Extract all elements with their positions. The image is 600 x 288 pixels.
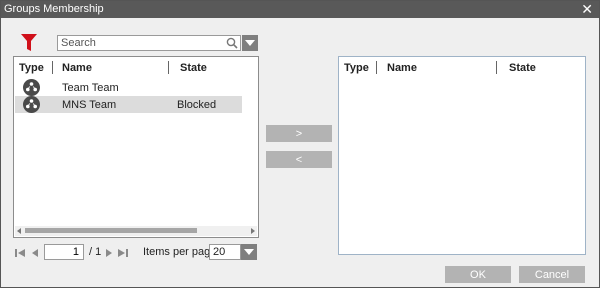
search-icon[interactable] (226, 37, 238, 49)
row-state: Blocked (177, 99, 217, 111)
column-header-name[interactable]: Name (62, 62, 92, 74)
team-icon (23, 96, 40, 113)
items-per-page-label: Items per page: (143, 246, 220, 258)
column-header-name[interactable]: Name (387, 62, 417, 74)
table-row[interactable]: MNS Team Blocked (15, 96, 242, 113)
close-icon[interactable]: ✕ (581, 1, 593, 17)
last-page-icon[interactable] (117, 247, 129, 259)
scrollbar-thumb[interactable] (25, 228, 197, 233)
remove-from-selected-button[interactable]: < (266, 151, 332, 168)
page-total: / 1 (89, 246, 102, 258)
column-header-state[interactable]: State (509, 62, 536, 74)
items-per-page-dropdown-button[interactable] (241, 244, 257, 260)
search-dropdown-button[interactable] (242, 35, 258, 51)
groups-membership-dialog: Groups Membership ✕ Type Name State Team… (0, 0, 600, 288)
next-page-icon[interactable] (103, 247, 115, 259)
team-icon (23, 79, 40, 96)
items-per-page-select[interactable]: 20 (209, 244, 241, 260)
available-groups-table: Type Name State Team Team MNS Team Block… (13, 56, 259, 238)
search-box (57, 35, 241, 51)
table-row[interactable]: Team Team (15, 79, 242, 96)
first-page-icon[interactable] (14, 247, 26, 259)
search-input[interactable] (60, 36, 225, 50)
previous-page-icon[interactable] (29, 247, 41, 259)
column-header-state[interactable]: State (180, 62, 207, 74)
column-divider[interactable] (52, 61, 53, 74)
ok-button[interactable]: OK (445, 266, 511, 283)
column-header-type[interactable]: Type (19, 62, 44, 74)
scroll-right-icon[interactable] (251, 228, 255, 234)
cancel-button[interactable]: Cancel (519, 266, 585, 283)
column-divider[interactable] (168, 61, 169, 74)
page-number-input[interactable] (44, 244, 84, 260)
horizontal-scrollbar[interactable] (15, 226, 257, 236)
dialog-title: Groups Membership (4, 3, 104, 15)
selected-groups-table: Type Name State (338, 56, 586, 255)
column-divider[interactable] (496, 61, 497, 74)
add-to-selected-button[interactable]: > (266, 125, 332, 142)
filter-icon[interactable] (21, 34, 37, 52)
scroll-left-icon[interactable] (17, 228, 21, 234)
column-header-type[interactable]: Type (344, 62, 369, 74)
column-divider[interactable] (376, 61, 377, 74)
row-name: MNS Team (62, 99, 117, 111)
row-name: Team Team (62, 82, 119, 94)
title-bar: Groups Membership ✕ (1, 1, 599, 18)
